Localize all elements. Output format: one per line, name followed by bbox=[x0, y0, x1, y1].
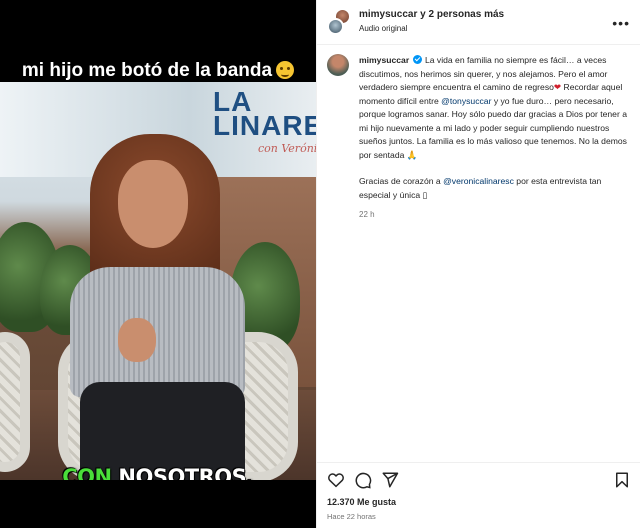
share-icon[interactable] bbox=[381, 471, 399, 489]
post-actions bbox=[317, 462, 640, 494]
post-header: mimysuccar y 2 personas más Audio origin… bbox=[317, 0, 640, 45]
pray-emoji-icon: 🙏 bbox=[406, 149, 418, 160]
reel-video[interactable]: mi hijo me botó de la banda LA LINARE co… bbox=[0, 0, 316, 528]
person-face bbox=[118, 160, 188, 248]
audio-link[interactable]: Audio original bbox=[359, 24, 407, 33]
caption-timestamp: 22 h bbox=[359, 210, 375, 219]
mention-link[interactable]: @tonysuccar bbox=[441, 96, 491, 106]
post-age: Hace 22 horas bbox=[327, 512, 376, 521]
collab-link[interactable]: y 2 personas más bbox=[417, 9, 504, 20]
collab-avatars[interactable] bbox=[327, 8, 353, 36]
mention-link[interactable]: @veronicalinaresc bbox=[443, 176, 514, 186]
caption-thanks: Gracias de corazón a @veronicalinaresc p… bbox=[359, 176, 602, 200]
header-title: mimysuccar y 2 personas más bbox=[359, 9, 504, 20]
verified-badge-icon bbox=[412, 55, 422, 64]
smile-emoji-icon bbox=[276, 61, 295, 79]
post-side-panel: mimysuccar y 2 personas más Audio origin… bbox=[316, 0, 640, 528]
caption-text: mimysuccar La vida en familia no siempre… bbox=[359, 54, 627, 222]
avatar[interactable] bbox=[327, 18, 344, 35]
box-glyph-icon: ▯ bbox=[422, 189, 428, 200]
caption-username[interactable]: mimysuccar bbox=[359, 55, 409, 65]
like-count[interactable]: 12.370 Me gusta bbox=[327, 497, 396, 507]
avatar[interactable] bbox=[327, 54, 349, 76]
header-username[interactable]: mimysuccar bbox=[359, 9, 417, 20]
comment-icon[interactable] bbox=[354, 471, 372, 489]
person-hand bbox=[118, 318, 156, 362]
video-subtitle: CON NOSOTROS. bbox=[62, 465, 254, 480]
video-caption: mi hijo me botó de la banda bbox=[0, 60, 316, 82]
video-frame: LA LINARE con Verónica CON NOSOTROS. bbox=[0, 82, 316, 480]
show-logo-subtitle: con Verónica bbox=[258, 142, 316, 155]
person-body bbox=[70, 267, 245, 397]
chair bbox=[0, 332, 30, 472]
like-icon[interactable] bbox=[327, 471, 345, 489]
show-logo: LA LINARE bbox=[213, 86, 316, 141]
more-dots-icon[interactable]: ••• bbox=[612, 15, 630, 31]
save-icon[interactable] bbox=[613, 471, 631, 489]
